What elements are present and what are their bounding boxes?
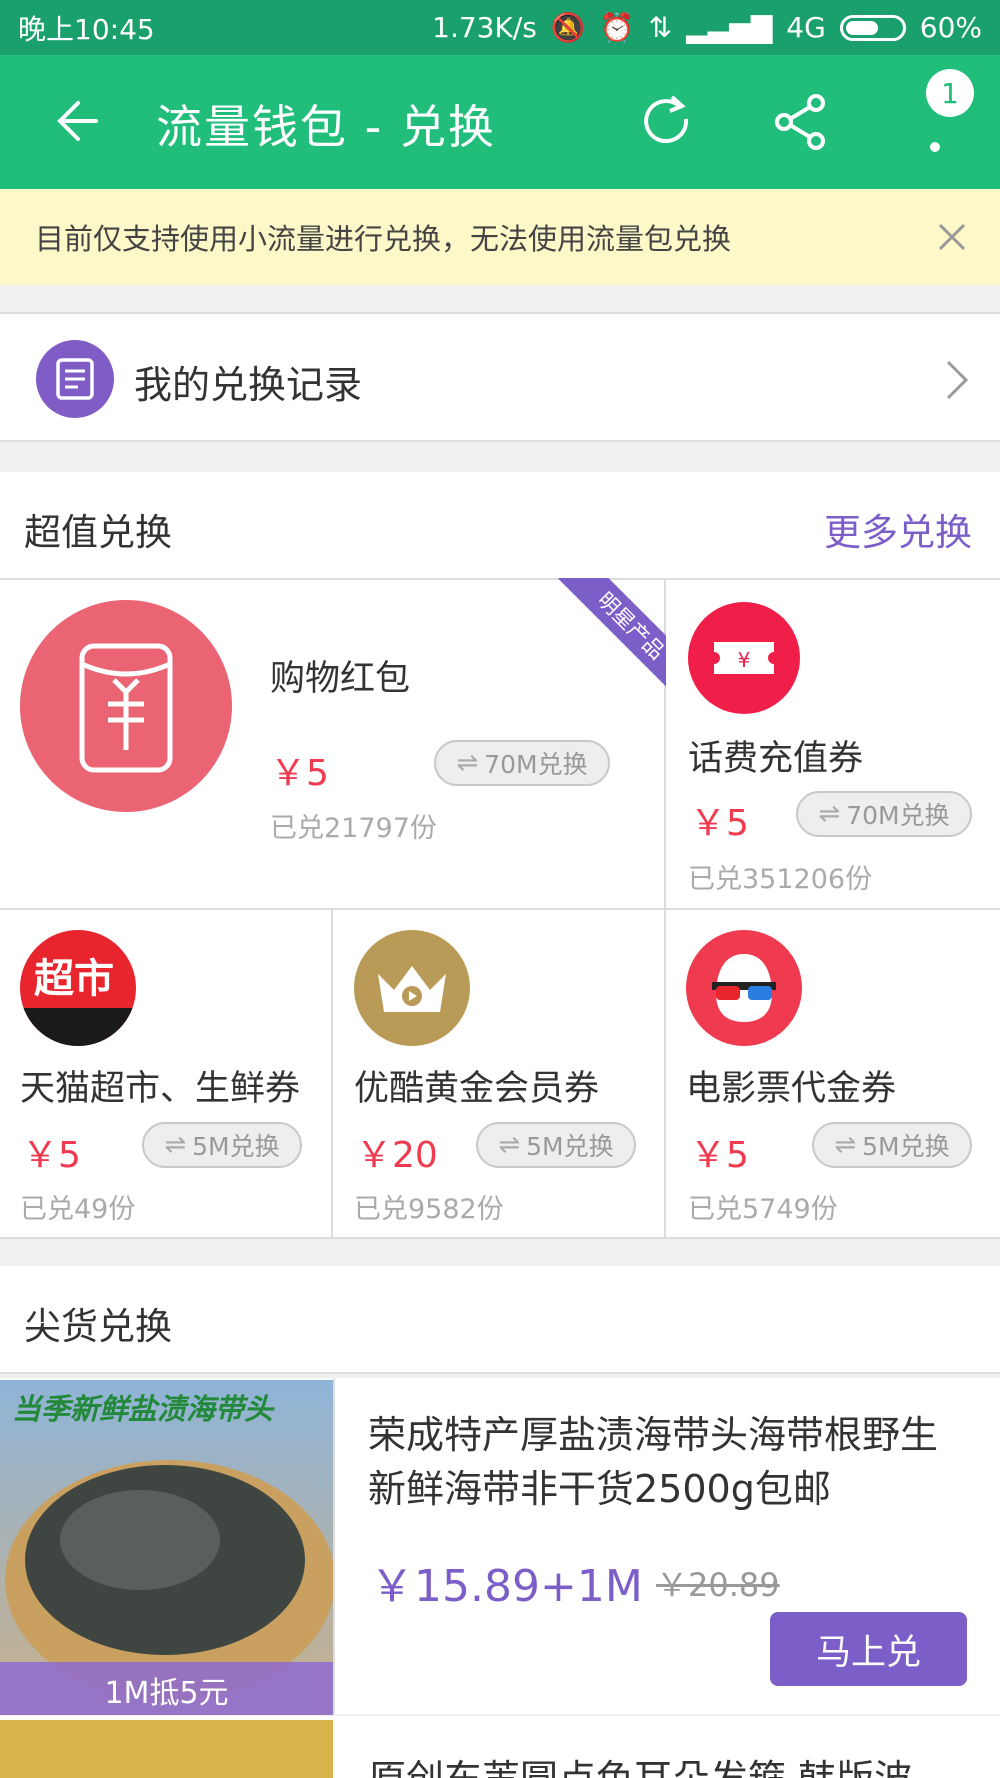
status-time: 晚上10:45 xyxy=(18,12,155,46)
records-label: 我的兑换记录 xyxy=(134,363,363,407)
sold-count: 已兑49份 xyxy=(20,1194,136,1225)
section-title: 尖货兑换 xyxy=(24,1305,172,1348)
original-price: ￥20.89 xyxy=(656,1566,780,1604)
notice-banner: 目前仅支持使用小流量进行兑换，无法使用流量包兑换 xyxy=(0,189,1000,285)
exchange-amount: 70M兑换 xyxy=(484,750,588,779)
exchange-pill[interactable]: ⇌ 5M兑换 xyxy=(476,1122,636,1168)
product-image[interactable]: 当季新鲜盐渍海带头 1M抵5元 xyxy=(0,1380,333,1715)
network-speed: 1.73K/s xyxy=(432,11,537,44)
network-type: 4G xyxy=(786,11,826,44)
exchange-pill[interactable]: ⇌ 5M兑换 xyxy=(142,1122,302,1168)
tmall-supermarket-icon: 超市 xyxy=(20,930,136,1046)
close-icon[interactable] xyxy=(934,219,970,255)
product-price: ￥15.89+1M xyxy=(370,1561,643,1612)
exchange-pill[interactable]: ⇌ 70M兑换 xyxy=(796,791,972,837)
share-icon[interactable] xyxy=(770,91,832,153)
exchange-arrows-icon: ⇌ xyxy=(498,1130,521,1160)
product-name: 购物红包 xyxy=(270,659,411,699)
more-exchange-link[interactable]: 更多兑换 xyxy=(824,502,972,556)
chevron-right-icon xyxy=(946,360,969,400)
product-title: 荣成特产厚盐渍海带头海带根野生新鲜海带非干货2500g包邮 xyxy=(368,1413,939,1511)
product-price: ￥5 xyxy=(270,753,329,794)
sold-count: 已兑9582份 xyxy=(354,1194,504,1225)
exchange-arrows-icon: ⇌ xyxy=(834,1130,857,1160)
hot-section-header: 尖货兑换 xyxy=(0,1266,1000,1374)
product-name: 优酷黄金会员券 xyxy=(354,1069,600,1109)
redeem-now-button[interactable]: 马上兑 xyxy=(770,1612,967,1686)
svg-text:¥: ¥ xyxy=(738,648,751,672)
app-bar: 流量钱包 - 兑换 1 xyxy=(0,55,1000,189)
document-icon xyxy=(36,340,114,418)
exchange-pill[interactable]: ⇌ 5M兑换 xyxy=(812,1122,972,1168)
ticket-icon: ¥ xyxy=(688,602,800,714)
mute-icon: 🔕 xyxy=(550,11,586,44)
product-name: 话费充值券 xyxy=(688,739,864,779)
battery-fill xyxy=(845,20,878,35)
red-envelope-icon xyxy=(20,600,232,812)
battery-percent: 60% xyxy=(919,11,982,44)
product-name: 电影票代金券 xyxy=(686,1069,897,1109)
exchange-records-row[interactable]: 我的兑换记录 xyxy=(0,312,1000,442)
signal-icon: ▂▃▅▇ xyxy=(686,11,773,44)
page-title: 流量钱包 - 兑换 xyxy=(156,100,496,154)
sold-count: 已兑351206份 xyxy=(688,864,873,895)
exchange-pill[interactable]: ⇌ 70M兑换 xyxy=(434,740,610,786)
sold-count: 已兑21797份 xyxy=(270,813,437,844)
back-arrow-icon[interactable] xyxy=(50,91,110,151)
discount-tag: 1M抵5元 xyxy=(104,1676,229,1711)
divider xyxy=(333,1378,335,1714)
value-section-header: 超值兑换 更多兑换 xyxy=(0,472,1000,580)
product-price: ￥5 xyxy=(690,1135,749,1176)
star-product-ribbon: 明星产品 xyxy=(556,578,666,688)
product-image[interactable] xyxy=(0,1720,333,1778)
battery-icon xyxy=(839,14,906,41)
sold-count: 已兑5749份 xyxy=(688,1194,838,1225)
divider xyxy=(0,1237,1000,1239)
movie-glasses-icon xyxy=(686,930,802,1046)
divider xyxy=(0,908,1000,910)
alarm-icon: ⏰ xyxy=(599,11,635,44)
product-price: ￥20 xyxy=(356,1135,438,1176)
data-arrows-icon: ⇅ xyxy=(648,11,673,44)
divider xyxy=(331,908,333,1238)
product-title: 原创东苇圆点色耳朵发箍 韩版波 xyxy=(368,1748,912,1778)
crown-icon xyxy=(354,930,470,1046)
ribbon-label: 明星产品 xyxy=(558,578,666,688)
notification-badge: 1 xyxy=(926,69,974,117)
exchange-amount: 5M兑换 xyxy=(862,1132,950,1161)
exchange-amount: 5M兑换 xyxy=(192,1132,280,1161)
exchange-arrows-icon: ⇌ xyxy=(164,1130,187,1160)
exchange-amount: 5M兑换 xyxy=(526,1132,614,1161)
product-price: ￥5 xyxy=(690,803,749,844)
exchange-arrows-icon: ⇌ xyxy=(818,799,841,829)
image-banner-text: 当季新鲜盐渍海带头 xyxy=(12,1392,274,1426)
product-name: 天猫超市、生鲜券 xyxy=(20,1069,301,1109)
status-bar: 晚上10:45 1.73K/s 🔕 ⏰ ⇅ ▂▃▅▇ 4G 60% xyxy=(0,0,1000,55)
product-price: ￥5 xyxy=(22,1135,81,1176)
exchange-arrows-icon: ⇌ xyxy=(456,748,479,778)
section-title: 超值兑换 xyxy=(24,511,172,554)
notice-text: 目前仅支持使用小流量进行兑换，无法使用流量包兑换 xyxy=(35,222,732,256)
exchange-amount: 70M兑换 xyxy=(846,801,950,830)
refresh-icon[interactable] xyxy=(636,91,698,153)
status-icons: 1.73K/s 🔕 ⏰ ⇅ ▂▃▅▇ 4G 60% xyxy=(432,11,982,44)
